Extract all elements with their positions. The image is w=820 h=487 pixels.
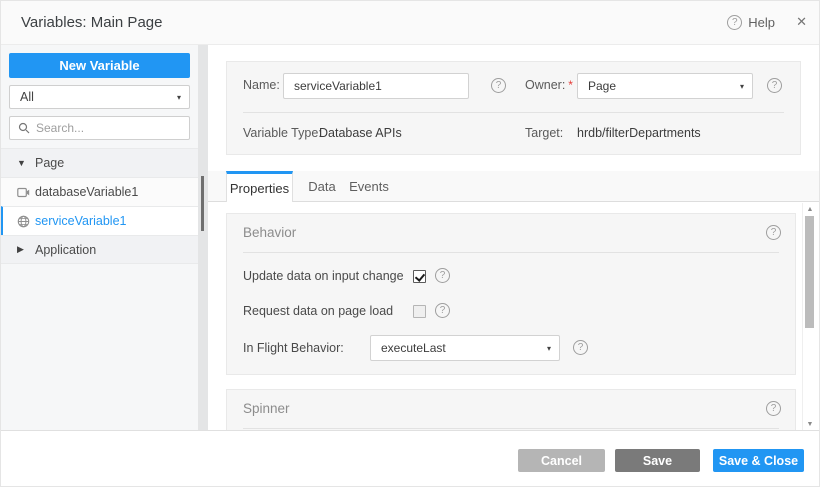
tree-node-database-variable[interactable]: databaseVariable1 (1, 177, 198, 206)
help-icon: ? (727, 15, 742, 30)
sidebar-scrollbar-thumb[interactable] (201, 176, 204, 231)
tree-node-application[interactable]: ▶ Application (1, 235, 198, 264)
behavior-help-icon[interactable]: ? (766, 225, 781, 240)
page-title: Variables: Main Page (21, 1, 162, 45)
inflight-behavior-select[interactable]: executeLast ▾ (370, 335, 560, 361)
variables-sidebar: New Variable All ▾ ▼ Page databaseVariab… (1, 45, 208, 431)
variable-search[interactable] (9, 116, 190, 140)
behavior-section-title: Behavior (243, 225, 296, 240)
update-data-label: Update data on input change (243, 269, 404, 283)
inflight-behavior-label: In Flight Behavior: (243, 341, 344, 355)
service-variable-icon (17, 215, 33, 228)
owner-value: Page (588, 79, 740, 93)
variables-dialog: Variables: Main Page ? Help ✕ New Variab… (0, 0, 820, 487)
new-variable-button[interactable]: New Variable (9, 53, 190, 78)
spinner-help-icon[interactable]: ? (766, 401, 781, 416)
target-label: Target: (525, 126, 563, 140)
tree-node-service-variable[interactable]: serviceVariable1 (1, 206, 198, 235)
scroll-up-icon[interactable]: ▲ (803, 206, 817, 213)
spinner-section-title: Spinner (243, 401, 290, 416)
variable-type-value: Database APIs (319, 126, 402, 140)
variable-detail-pane: Name:* ? Owner:* Page ▾ ? Variable Type:… (208, 45, 820, 431)
caret-down-icon[interactable]: ▼ (17, 158, 33, 168)
owner-label: Owner:* (525, 78, 573, 92)
variable-info-panel: Name:* ? Owner:* Page ▾ ? Variable Type:… (226, 61, 801, 155)
detail-tabbar: Properties Data Events (208, 171, 820, 202)
save-button[interactable]: Save (615, 449, 700, 472)
caret-right-icon[interactable]: ▶ (17, 244, 33, 255)
save-and-close-button[interactable]: Save & Close (713, 449, 804, 472)
search-input[interactable] (36, 121, 191, 135)
required-asterisk: * (568, 78, 573, 92)
spinner-section: Spinner ? (226, 389, 796, 431)
inflight-help-icon[interactable]: ? (573, 340, 588, 355)
behavior-section: Behavior ? Update data on input change ?… (226, 213, 796, 375)
cancel-button[interactable]: Cancel (518, 449, 605, 472)
sidebar-scrollbar[interactable] (198, 45, 208, 431)
close-icon[interactable]: ✕ (796, 14, 807, 30)
tree-node-label: serviceVariable1 (35, 214, 126, 228)
tree-node-label: databaseVariable1 (35, 185, 138, 199)
inflight-behavior-value: executeLast (381, 341, 547, 355)
tab-events[interactable]: Events (343, 171, 395, 202)
search-icon (18, 122, 30, 134)
target-value: hrdb/filterDepartments (577, 126, 701, 140)
tree-node-label: Page (35, 156, 64, 170)
content-scrollbar[interactable]: ▲ ▼ (802, 203, 816, 431)
name-label: Name:* (243, 78, 288, 92)
name-input[interactable] (283, 73, 469, 99)
chevron-down-icon: ▾ (547, 344, 551, 353)
variable-tree: ▼ Page databaseVariable1 serviceVariable… (1, 148, 198, 264)
divider (243, 252, 779, 253)
name-help-icon[interactable]: ? (491, 78, 506, 93)
variable-filter-value: All (20, 90, 177, 104)
request-data-label: Request data on page load (243, 304, 393, 318)
dialog-header: Variables: Main Page ? Help ✕ (1, 1, 820, 45)
help-label: Help (748, 15, 775, 30)
chevron-down-icon: ▾ (177, 93, 181, 102)
tree-node-page[interactable]: ▼ Page (1, 148, 198, 177)
scroll-down-icon[interactable]: ▼ (803, 421, 817, 428)
chevron-down-icon: ▾ (740, 82, 744, 91)
tab-properties[interactable]: Properties (226, 171, 293, 203)
dialog-footer: Cancel Save Save & Close (1, 430, 820, 487)
update-data-help-icon[interactable]: ? (435, 268, 450, 283)
tab-data[interactable]: Data (301, 171, 343, 202)
variable-type-label: Variable Type: (243, 126, 322, 140)
properties-tab-content: Behavior ? Update data on input change ?… (208, 202, 820, 431)
database-variable-icon (17, 187, 33, 198)
tree-node-label: Application (35, 243, 96, 257)
variable-filter-select[interactable]: All ▾ (9, 85, 190, 109)
request-data-checkbox[interactable] (413, 305, 426, 318)
content-scrollbar-thumb[interactable] (805, 216, 814, 328)
request-data-help-icon[interactable]: ? (435, 303, 450, 318)
owner-help-icon[interactable]: ? (767, 78, 782, 93)
owner-select[interactable]: Page ▾ (577, 73, 753, 99)
divider (243, 428, 779, 429)
help-link[interactable]: ? Help (727, 15, 775, 30)
update-data-checkbox[interactable] (413, 270, 426, 283)
divider (243, 112, 784, 113)
